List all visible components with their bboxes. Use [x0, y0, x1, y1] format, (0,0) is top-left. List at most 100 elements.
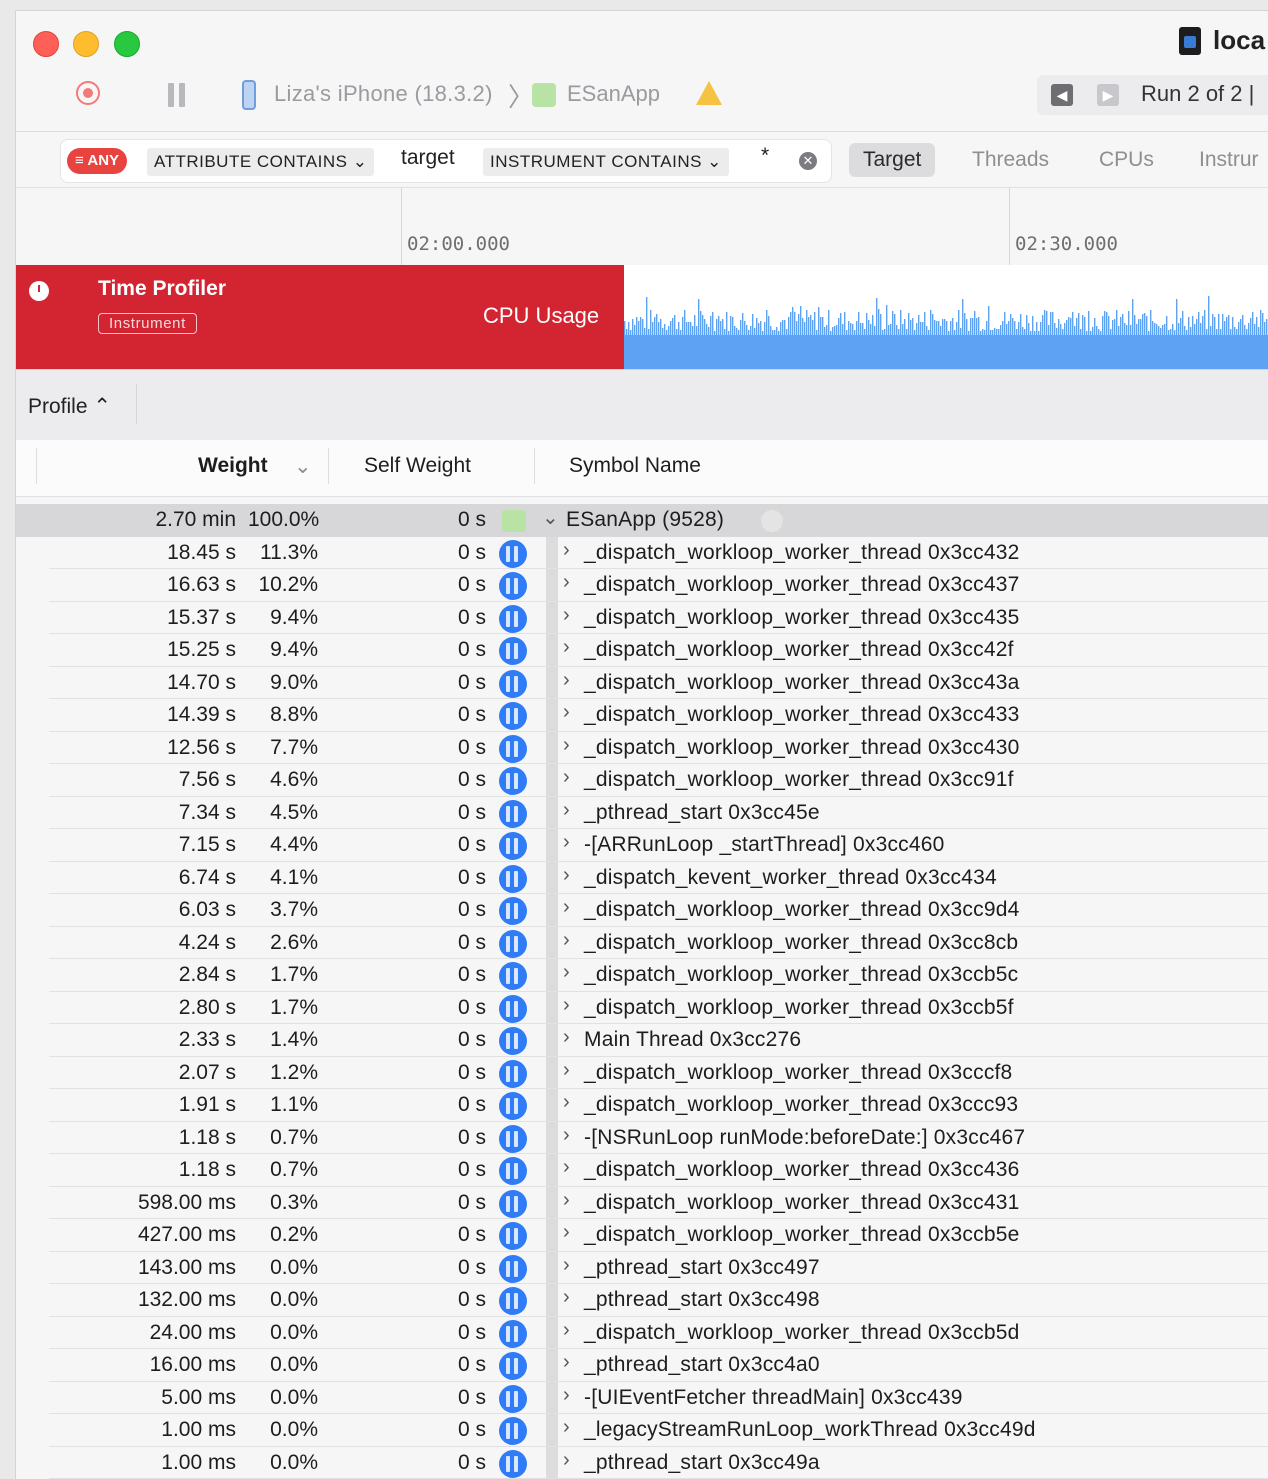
device-selector[interactable]: Liza's iPhone (18.3.2) [274, 81, 493, 107]
symbol-name: _dispatch_workloop_worker_thread 0x3cc42… [584, 638, 1014, 662]
time-profiler-track[interactable]: Time Profiler Instrument CPU Usage [16, 265, 1268, 369]
chevron-right-icon[interactable]: › [563, 1384, 570, 1407]
table-row[interactable]: 1.91 s1.1%0 s›_dispatch_workloop_worker_… [16, 1089, 1268, 1122]
table-row[interactable]: 1.00 ms0.0%0 s›_pthread_start 0x3cc49a [16, 1447, 1268, 1479]
filter-bar[interactable]: ≡ ANY ATTRIBUTE CONTAINS ⌄ target INSTRU… [60, 139, 832, 183]
column-weight[interactable]: Weight [198, 454, 268, 478]
chevron-right-icon[interactable]: › [563, 734, 570, 757]
chevron-right-icon[interactable]: › [563, 1286, 570, 1309]
table-row[interactable]: 16.00 ms0.0%0 s›_pthread_start 0x3cc4a0 [16, 1349, 1268, 1382]
table-row[interactable]: 2.70 min100.0%0 s⌄ESanApp (9528) [16, 504, 1268, 537]
chevron-right-icon[interactable]: › [563, 994, 570, 1017]
weight-time: 4.24 s [36, 931, 236, 955]
table-row[interactable]: 132.00 ms0.0%0 s›_pthread_start 0x3cc498 [16, 1284, 1268, 1317]
pause-button[interactable] [166, 83, 188, 107]
chevron-right-icon[interactable]: › [563, 1124, 570, 1147]
instrument-contains-token[interactable]: INSTRUMENT CONTAINS ⌄ [483, 148, 729, 176]
table-row[interactable]: 1.00 ms0.0%0 s›_legacyStreamRunLoop_work… [16, 1414, 1268, 1447]
column-self-weight[interactable]: Self Weight [364, 454, 471, 478]
profile-selector[interactable]: Profile ⌃ [28, 394, 111, 419]
weight-percent: 4.6% [248, 768, 318, 792]
table-row[interactable]: 12.56 s7.7%0 s›_dispatch_workloop_worker… [16, 732, 1268, 765]
chevron-right-icon[interactable]: › [563, 766, 570, 789]
chevron-right-icon[interactable]: › [563, 831, 570, 854]
table-row[interactable]: 7.34 s4.5%0 s›_pthread_start 0x3cc45e [16, 797, 1268, 830]
table-row[interactable]: 6.03 s3.7%0 s›_dispatch_workloop_worker_… [16, 894, 1268, 927]
table-row[interactable]: 6.74 s4.1%0 s›_dispatch_kevent_worker_th… [16, 862, 1268, 895]
chevron-right-icon[interactable]: › [563, 896, 570, 919]
record-button[interactable] [76, 81, 100, 105]
chevron-right-icon[interactable]: › [563, 571, 570, 594]
table-row[interactable]: 427.00 ms0.2%0 s›_dispatch_workloop_work… [16, 1219, 1268, 1252]
next-run-button[interactable]: ▶ [1097, 84, 1119, 106]
chevron-right-icon[interactable]: › [563, 1189, 570, 1212]
chevron-right-icon[interactable]: › [563, 1416, 570, 1439]
table-row[interactable]: 14.70 s9.0%0 s›_dispatch_workloop_worker… [16, 667, 1268, 700]
cpu-usage-spike [1042, 315, 1043, 337]
warning-icon[interactable] [696, 81, 722, 105]
cpu-usage-graph[interactable] [624, 265, 1268, 369]
table-row[interactable]: 4.24 s2.6%0 s›_dispatch_workloop_worker_… [16, 927, 1268, 960]
chevron-right-icon[interactable]: › [563, 669, 570, 692]
chevron-right-icon[interactable]: › [563, 799, 570, 822]
cpu-usage-spike [766, 310, 767, 337]
chevron-down-icon[interactable]: ⌄ [542, 505, 559, 530]
chevron-right-icon[interactable]: › [563, 864, 570, 887]
sort-chevron-icon[interactable]: ⌄ [294, 454, 312, 479]
chevron-right-icon[interactable]: › [563, 961, 570, 984]
cpu-usage-spike [1224, 321, 1225, 337]
table-row[interactable]: 16.63 s10.2%0 s›_dispatch_workloop_worke… [16, 569, 1268, 602]
clear-filter-icon[interactable]: ✕ [799, 152, 817, 170]
cpu-usage-spike [1252, 312, 1253, 337]
previous-run-button[interactable]: ◀ [1051, 84, 1073, 106]
document-title-text: loca [1213, 25, 1265, 56]
table-row[interactable]: 5.00 ms0.0%0 s›-[UIEventFetcher threadMa… [16, 1382, 1268, 1415]
chevron-right-icon[interactable]: › [563, 701, 570, 724]
segment-instruments[interactable]: Instrur [1199, 143, 1259, 177]
table-row[interactable]: 14.39 s8.8%0 s›_dispatch_workloop_worker… [16, 699, 1268, 732]
table-row[interactable]: 7.15 s4.4%0 s›-[ARRunLoop _startThread] … [16, 829, 1268, 862]
table-row[interactable]: 2.84 s1.7%0 s›_dispatch_workloop_worker_… [16, 959, 1268, 992]
table-row[interactable]: 143.00 ms0.0%0 s›_pthread_start 0x3cc497 [16, 1252, 1268, 1285]
close-window-button[interactable] [33, 31, 59, 57]
chevron-right-icon[interactable]: › [563, 539, 570, 562]
attribute-contains-token[interactable]: ATTRIBUTE CONTAINS ⌄ [147, 148, 374, 176]
table-row[interactable]: 15.37 s9.4%0 s›_dispatch_workloop_worker… [16, 602, 1268, 635]
chevron-right-icon[interactable]: › [563, 1449, 570, 1472]
chevron-right-icon[interactable]: › [563, 1221, 570, 1244]
cpu-usage-spike [890, 324, 891, 337]
table-row[interactable]: 1.18 s0.7%0 s›-[NSRunLoop runMode:before… [16, 1122, 1268, 1155]
weight-time: 16.63 s [36, 573, 236, 597]
chevron-right-icon[interactable]: › [563, 929, 570, 952]
focus-icon[interactable] [761, 510, 783, 532]
chevron-right-icon[interactable]: › [563, 1059, 570, 1082]
table-row[interactable]: 2.80 s1.7%0 s›_dispatch_workloop_worker_… [16, 992, 1268, 1025]
table-row[interactable]: 1.18 s0.7%0 s›_dispatch_workloop_worker_… [16, 1154, 1268, 1187]
chevron-right-icon[interactable]: › [563, 1254, 570, 1277]
chevron-right-icon[interactable]: › [563, 1026, 570, 1049]
chevron-right-icon[interactable]: › [563, 1319, 570, 1342]
table-row[interactable]: 2.33 s1.4%0 s›Main Thread 0x3cc276 [16, 1024, 1268, 1057]
target-app-selector[interactable]: ESanApp [567, 81, 660, 107]
timeline-ruler[interactable]: 02:00.000 02:30.000 [16, 187, 1268, 266]
any-filter-pill[interactable]: ≡ ANY [67, 148, 127, 174]
zoom-window-button[interactable] [114, 31, 140, 57]
instrument-value[interactable]: * [761, 144, 769, 168]
chevron-right-icon[interactable]: › [563, 604, 570, 627]
segment-cpus[interactable]: CPUs [1099, 143, 1154, 177]
table-row[interactable]: 7.56 s4.6%0 s›_dispatch_workloop_worker_… [16, 764, 1268, 797]
table-row[interactable]: 15.25 s9.4%0 s›_dispatch_workloop_worker… [16, 634, 1268, 667]
minimize-window-button[interactable] [73, 31, 99, 57]
table-row[interactable]: 18.45 s11.3%0 s›_dispatch_workloop_worke… [16, 537, 1268, 570]
chevron-right-icon[interactable]: › [563, 636, 570, 659]
chevron-right-icon[interactable]: › [563, 1091, 570, 1114]
chevron-right-icon[interactable]: › [563, 1351, 570, 1374]
table-row[interactable]: 598.00 ms0.3%0 s›_dispatch_workloop_work… [16, 1187, 1268, 1220]
column-symbol-name[interactable]: Symbol Name [569, 454, 701, 478]
segment-threads[interactable]: Threads [972, 143, 1049, 177]
chevron-right-icon[interactable]: › [563, 1156, 570, 1179]
table-row[interactable]: 24.00 ms0.0%0 s›_dispatch_workloop_worke… [16, 1317, 1268, 1350]
attribute-value[interactable]: target [401, 146, 455, 170]
table-row[interactable]: 2.07 s1.2%0 s›_dispatch_workloop_worker_… [16, 1057, 1268, 1090]
segment-target[interactable]: Target [849, 143, 935, 177]
